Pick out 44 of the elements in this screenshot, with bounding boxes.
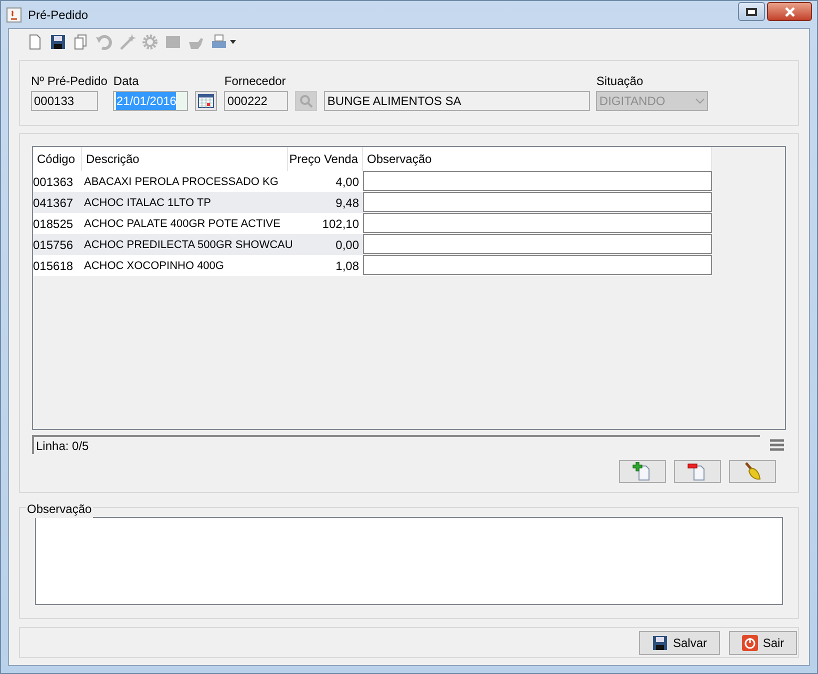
observation-input[interactable]	[363, 213, 712, 233]
order-number-field[interactable]: 000133	[31, 91, 98, 111]
table-cell-text: ABACAXI PEROLA PROCESSADO KG	[83, 174, 280, 190]
exit-button[interactable]: Sair	[729, 630, 797, 654]
supplier-name-field[interactable]: BUNGE ALIMENTOS SA	[324, 91, 590, 111]
save-icon[interactable]	[49, 33, 67, 51]
table-cell-text: ACHOC XOCOPINHO 400G	[83, 258, 225, 274]
save-icon	[652, 634, 668, 650]
observation-input[interactable]	[363, 192, 712, 212]
search-button[interactable]	[295, 91, 318, 111]
add-row-button[interactable]	[619, 460, 666, 483]
table-cell-text: 102,10	[321, 216, 360, 232]
field-label: Nº Pré-Pedido	[31, 73, 108, 86]
table-cell-text: 4,00	[334, 174, 360, 190]
calendar-button[interactable]	[195, 91, 218, 111]
supplier-code-field[interactable]: 000222	[224, 91, 288, 111]
window-title: Pré-Pedido	[28, 6, 88, 24]
close-icon[interactable]	[784, 6, 796, 16]
field-label: Data	[113, 73, 140, 86]
app-icon	[6, 6, 22, 22]
table-cell-text: 1,08	[334, 258, 360, 274]
table-cell-text: 015618	[33, 258, 74, 274]
maximize-button[interactable]	[738, 2, 765, 21]
field-label: Fornecedor	[224, 73, 287, 86]
table-cell-text: 9,48	[334, 194, 360, 212]
row-status: Linha: 0/5	[32, 435, 760, 454]
save-button[interactable]: Salvar	[639, 630, 720, 654]
observation-textarea[interactable]	[35, 517, 783, 605]
table-cell-text: 001363	[33, 174, 74, 190]
table-cell-text: 041367	[33, 194, 74, 212]
table-cell-text: 018525	[33, 216, 74, 232]
remove-row-button[interactable]	[674, 460, 721, 483]
menu-icon[interactable]	[770, 438, 786, 450]
observation-input[interactable]	[363, 234, 712, 254]
printer-icon[interactable]	[210, 33, 236, 51]
clear-button[interactable]	[729, 460, 776, 483]
close-button[interactable]	[767, 2, 812, 21]
table-cell-text: ACHOC ITALAC 1LTO TP	[83, 196, 212, 210]
field-label: Situação	[596, 73, 644, 86]
observation-input[interactable]	[363, 255, 712, 275]
table-cell-text: ACHOC PALATE 400GR POTE ACTIVE	[83, 216, 282, 232]
observation-input[interactable]	[363, 171, 712, 191]
table-cell-text: 015756	[33, 236, 74, 254]
power-icon	[742, 634, 758, 650]
